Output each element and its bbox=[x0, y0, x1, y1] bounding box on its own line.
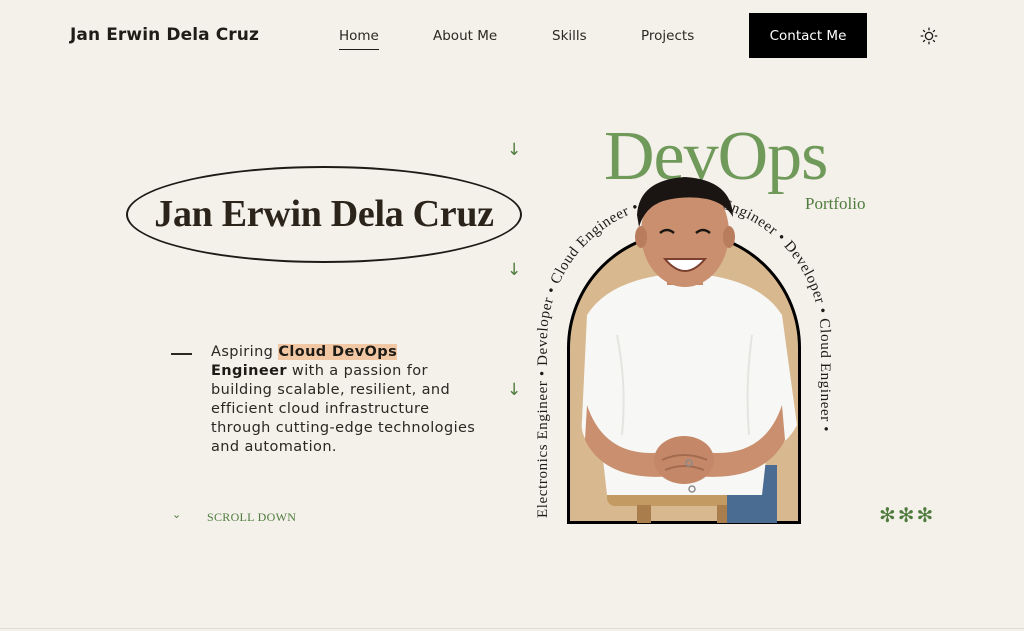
intro-highlight-1: Cloud DevOps bbox=[278, 344, 398, 360]
nav-skills[interactable]: Skills bbox=[552, 28, 587, 44]
chevron-down-icon[interactable]: ⌄ bbox=[172, 508, 181, 521]
contact-me-button[interactable]: Contact Me bbox=[749, 13, 867, 58]
portrait-photo bbox=[581, 177, 797, 523]
sun-icon[interactable] bbox=[920, 27, 938, 45]
intro-text: Aspiring Cloud DevOps Engineer with a pas… bbox=[211, 343, 476, 457]
nav-about-me[interactable]: About Me bbox=[433, 28, 497, 44]
intro-dash bbox=[171, 353, 192, 355]
arrow-down-icon: ↓ bbox=[507, 140, 522, 160]
brand-name[interactable]: Jan Erwin Dela Cruz bbox=[70, 25, 259, 45]
scroll-down-link[interactable]: SCROLL DOWN bbox=[207, 510, 296, 525]
intro-highlight-2: Engineer bbox=[211, 363, 287, 379]
intro-prefix: Aspiring bbox=[211, 344, 279, 360]
nav-projects[interactable]: Projects bbox=[641, 28, 694, 44]
hero-name: Jan Erwin Dela Cruz bbox=[154, 193, 494, 235]
section-divider bbox=[0, 628, 1024, 629]
asterisk-decoration: ✻✻✻ bbox=[879, 503, 936, 527]
nav-home[interactable]: Home bbox=[339, 28, 379, 50]
